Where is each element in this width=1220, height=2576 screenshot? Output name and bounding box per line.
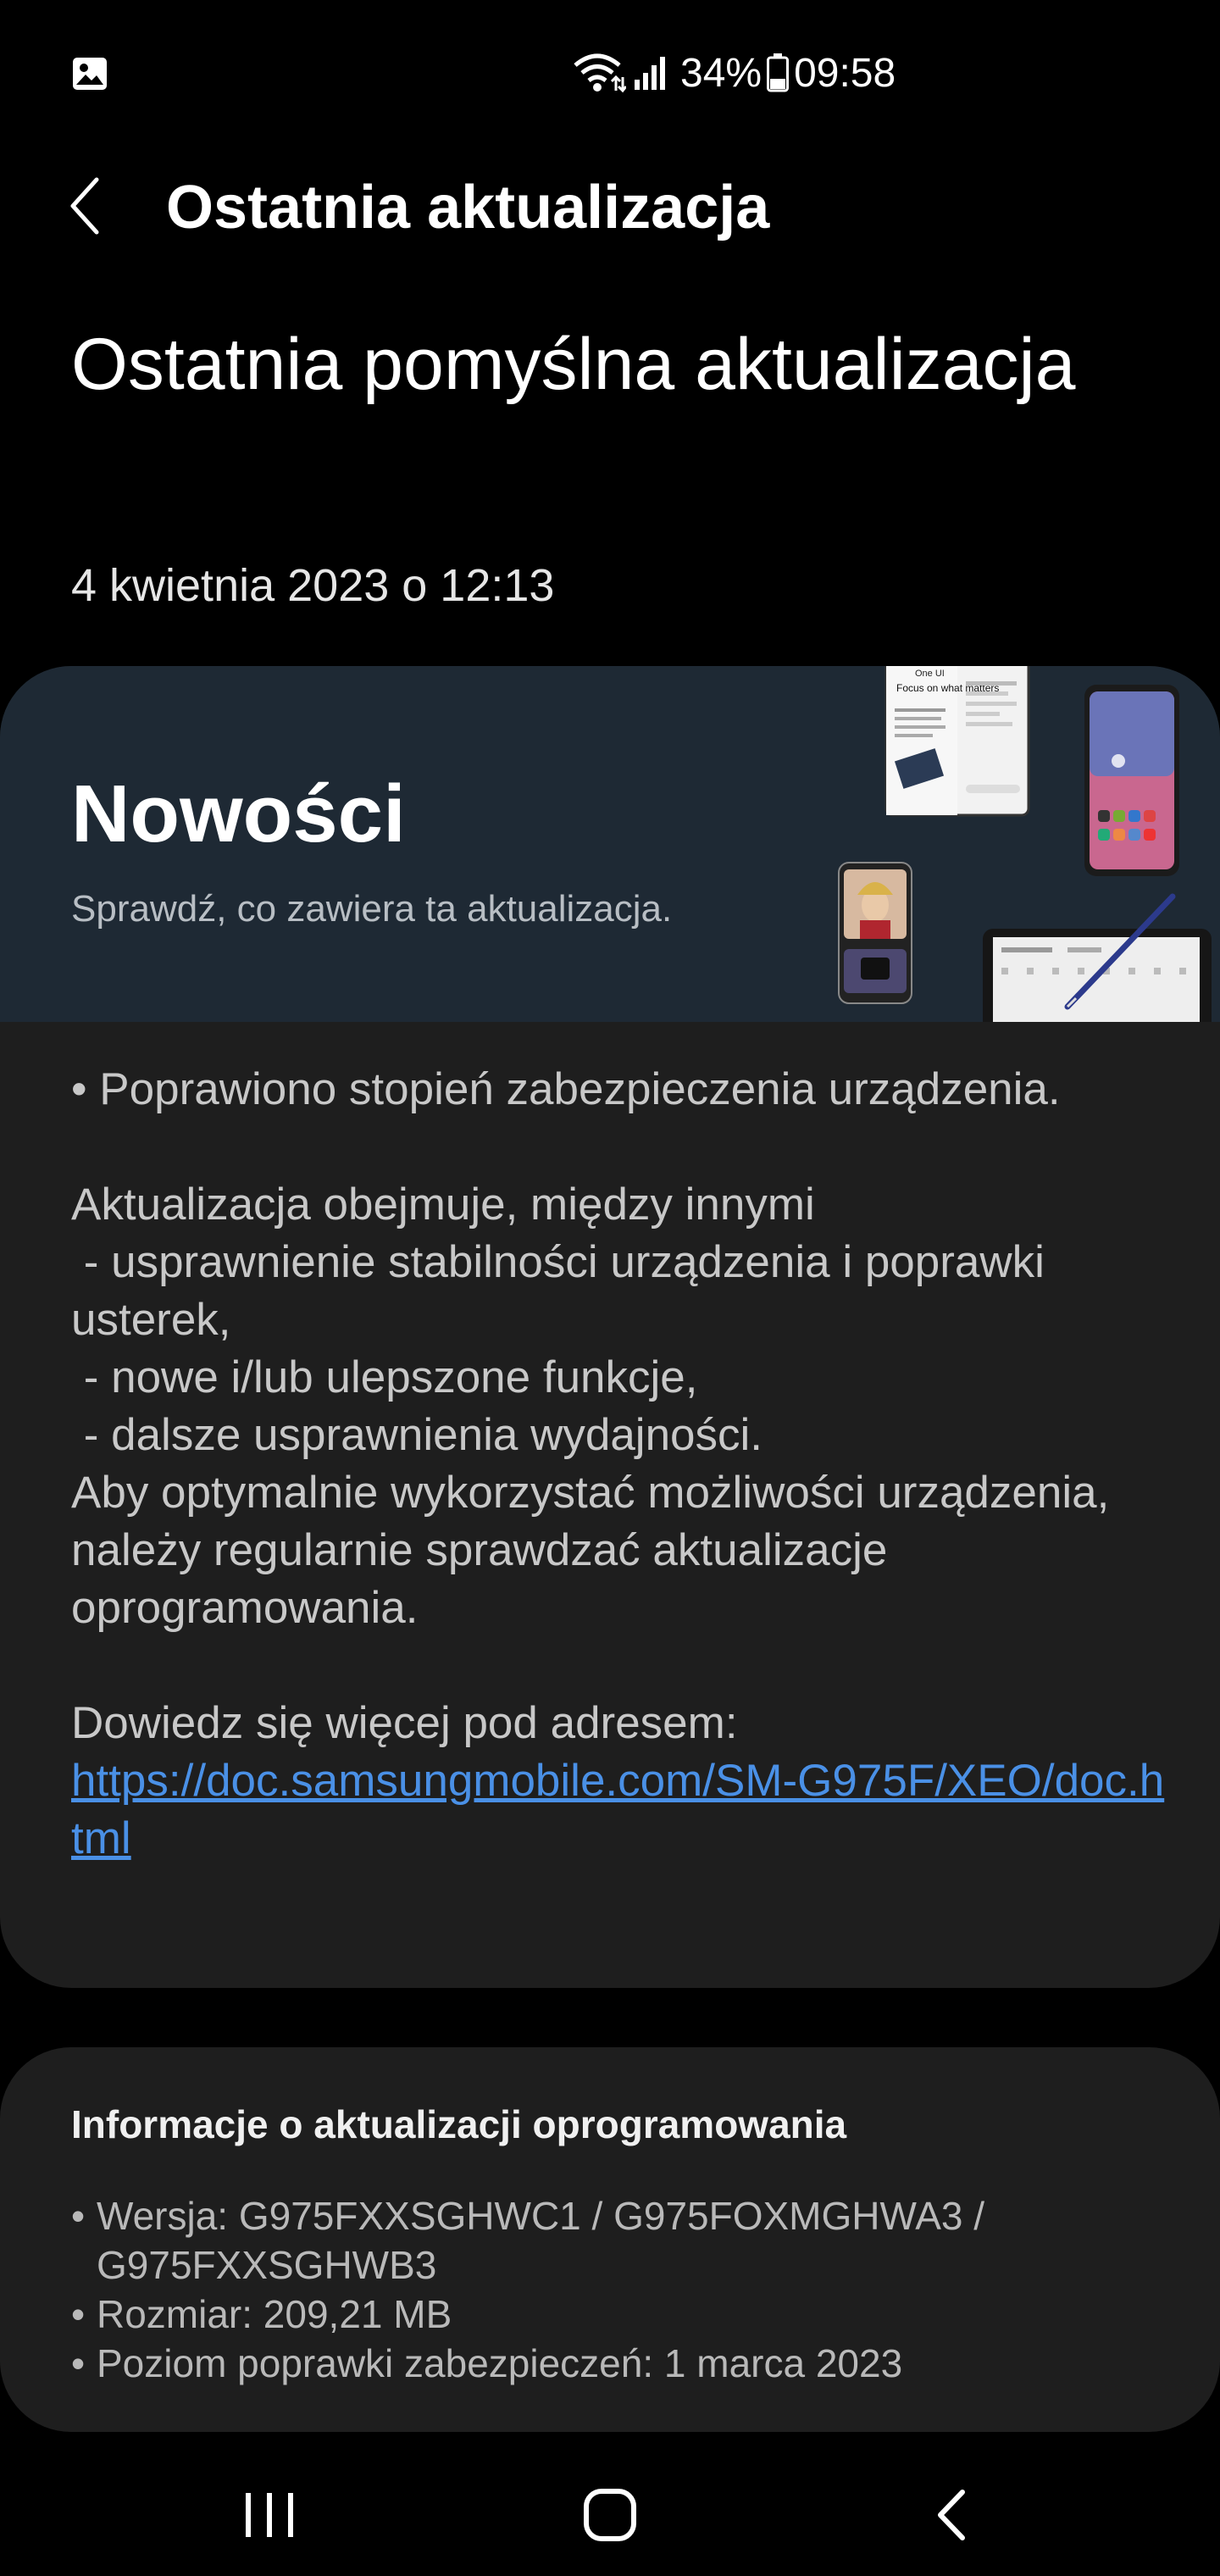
back-icon	[932, 2487, 969, 2547]
nav-back-button[interactable]	[900, 2483, 1001, 2551]
bullet: •	[71, 2341, 86, 2385]
whats-new-body: • Poprawiono stopień zabezpieczenia urzą…	[71, 1061, 1173, 1868]
phone-illustration	[1084, 685, 1179, 876]
last-update-heading: Ostatnia pomyślna aktualizacja	[71, 324, 1076, 405]
security-patch-item: • Poziom poprawki zabezpieczeń: 1 marca …	[71, 2339, 1173, 2388]
whats-new-title: Nowości	[71, 769, 406, 859]
page-title: Ostatnia aktualizacja	[166, 174, 770, 242]
software-version-item: • Wersja: G975FXXSGHWC1 / G975FOXMGHWA3 …	[71, 2191, 1173, 2290]
software-info-list: • Wersja: G975FXXSGHWC1 / G975FOXMGHWA3 …	[71, 2191, 1173, 2388]
home-icon	[582, 2487, 638, 2547]
whats-new-description: • Poprawiono stopień zabezpieczenia urzą…	[71, 1064, 1110, 1748]
wifi-icon	[572, 52, 626, 94]
foldable-device-illustration: One UI Focus on what matters	[884, 666, 1030, 817]
chevron-left-icon	[68, 176, 102, 240]
flip-phone-illustration	[838, 862, 912, 1004]
navigation-bar	[0, 2457, 1220, 2576]
bullet: •	[71, 2194, 86, 2238]
software-version: Wersja: G975FXXSGHWC1 / G975FOXMGHWA3 / …	[97, 2194, 985, 2287]
tablet-pen-illustration	[983, 893, 1212, 1047]
clock: 09:58	[794, 50, 896, 96]
status-bar: 34% 09:58	[0, 0, 1220, 144]
recent-apps-button[interactable]	[219, 2483, 320, 2551]
software-size-item: • Rozmiar: 209,21 MB	[71, 2290, 1173, 2339]
battery-icon	[767, 53, 790, 92]
back-button[interactable]	[51, 169, 119, 246]
software-info-title: Informacje o aktualizacji oprogramowania	[71, 2102, 847, 2146]
devices-illustration: One UI Focus on what matters	[813, 666, 1220, 1047]
recent-apps-icon	[242, 2490, 297, 2545]
whats-new-subtitle: Sprawdź, co zawiera ta aktualizacja.	[71, 888, 673, 930]
software-size: Rozmiar: 209,21 MB	[97, 2292, 452, 2336]
software-info-card: Informacje o aktualizacji oprogramowania…	[0, 2047, 1220, 2432]
illustration-oneui-label: One UI	[915, 669, 945, 679]
signal-icon	[633, 54, 668, 92]
release-notes-link[interactable]: https://doc.samsungmobile.com/SM-G975F/X…	[71, 1756, 1164, 1863]
home-button[interactable]	[559, 2483, 661, 2551]
security-patch-level: Poziom poprawki zabezpieczeń: 1 marca 20…	[97, 2341, 903, 2385]
battery-percent: 34%	[680, 50, 762, 96]
whats-new-card: Nowości Sprawdź, co zawiera ta aktualiza…	[0, 666, 1220, 1988]
bullet: •	[71, 2292, 86, 2336]
last-update-date: 4 kwietnia 2023 o 12:13	[71, 560, 555, 611]
app-bar: Ostatnia aktualizacja	[0, 144, 1220, 271]
gallery-notification-icon	[73, 58, 107, 90]
whats-new-banner: Nowości Sprawdź, co zawiera ta aktualiza…	[0, 666, 1220, 1047]
